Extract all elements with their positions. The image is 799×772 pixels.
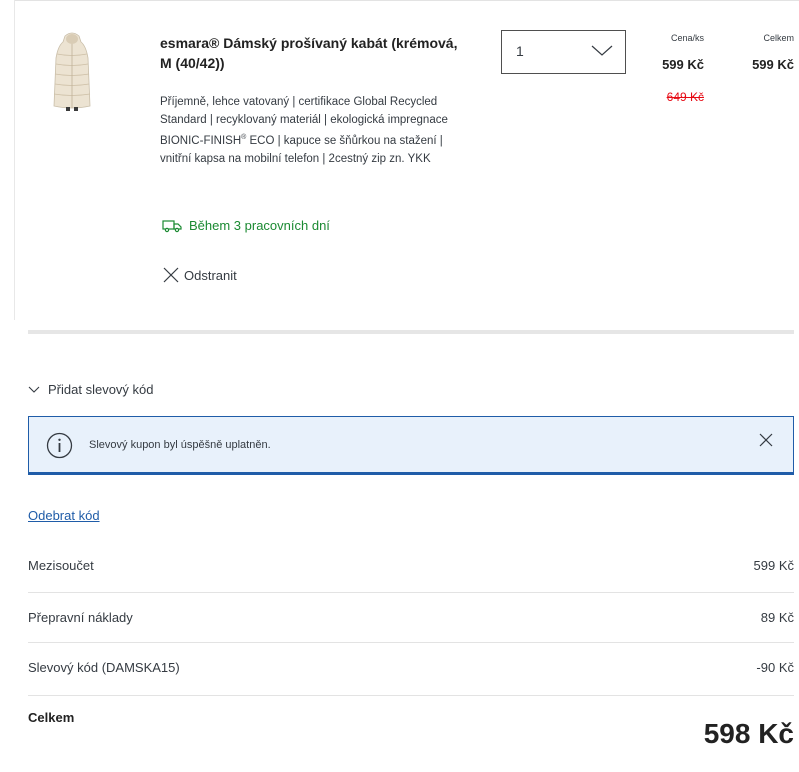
desc-line-3a: BIONIC-FINISH [160,134,242,147]
summary-divider [28,695,794,696]
grand-total-value: 598 Kč [703,718,794,749]
info-icon [46,432,73,459]
desc-line-2: Standard | recyklovaný materiál | ekolog… [160,114,448,126]
add-coupon-toggle[interactable]: Přidat slevový kód [28,382,154,397]
close-icon[interactable] [759,433,773,447]
old-price: 649 Kč [666,90,704,104]
chevron-down-icon [28,386,40,393]
unit-price-header: Cena/ks [670,33,704,43]
line-total-price: 599 Kč [752,57,794,72]
quantity-value: 1 [516,43,524,59]
desc-line-1: Příjemně, lehce vatovaný | certifikace G… [160,96,438,108]
subtotal-label: Mezisoučet [28,557,94,573]
discount-label: Slevový kód (DAMSKA15) [28,660,180,675]
discount-row: Slevový kód (DAMSKA15) -90 Kč [28,642,794,692]
discount-value: -90 Kč [756,660,794,675]
product-title[interactable]: esmara® Dámský prošívaný kabát (krémová,… [160,33,460,73]
coupon-success-alert: Slevový kupon byl úspěšně uplatněn. [28,416,794,475]
unit-price: 599 Kč [662,57,704,72]
alert-message: Slevový kupon byl úspěšně uplatněn. [89,439,271,451]
section-divider [28,330,794,334]
delivery-text: Během 3 pracovních dní [189,218,330,233]
total-price-header: Celkem [763,33,794,43]
close-icon [163,267,179,283]
coat-image[interactable] [50,30,94,112]
remove-code-link[interactable]: Odebrat kód [28,508,100,523]
subtotal-row: Mezisoučet 599 Kč [28,540,794,590]
cart-left-border [14,0,15,320]
remove-label: Odstranit [184,267,237,283]
chevron-down-icon [591,45,613,56]
desc-line-4: vnitřní kapsa na mobilní telefon | 2cest… [160,152,431,165]
quantity-select[interactable]: 1 [501,30,626,74]
cart-top-border [14,0,799,1]
shipping-row: Přepravní náklady 89 Kč [28,592,794,642]
remove-item-button[interactable]: Odstranit [162,266,237,284]
delivery-info: Během 3 pracovních dní [162,218,330,233]
truck-icon [162,219,182,232]
shipping-value: 89 Kč [760,610,794,625]
grand-total-label: Celkem [28,710,75,725]
shipping-label: Přepravní náklady [28,610,133,625]
subtotal-value: 599 Kč [753,557,794,573]
product-description: Příjemně, lehce vatovaný | certifikace G… [160,93,465,168]
desc-line-3b: ECO | kapuce se šňůrkou na stažení | [246,134,443,147]
add-coupon-label: Přidat slevový kód [48,382,154,397]
